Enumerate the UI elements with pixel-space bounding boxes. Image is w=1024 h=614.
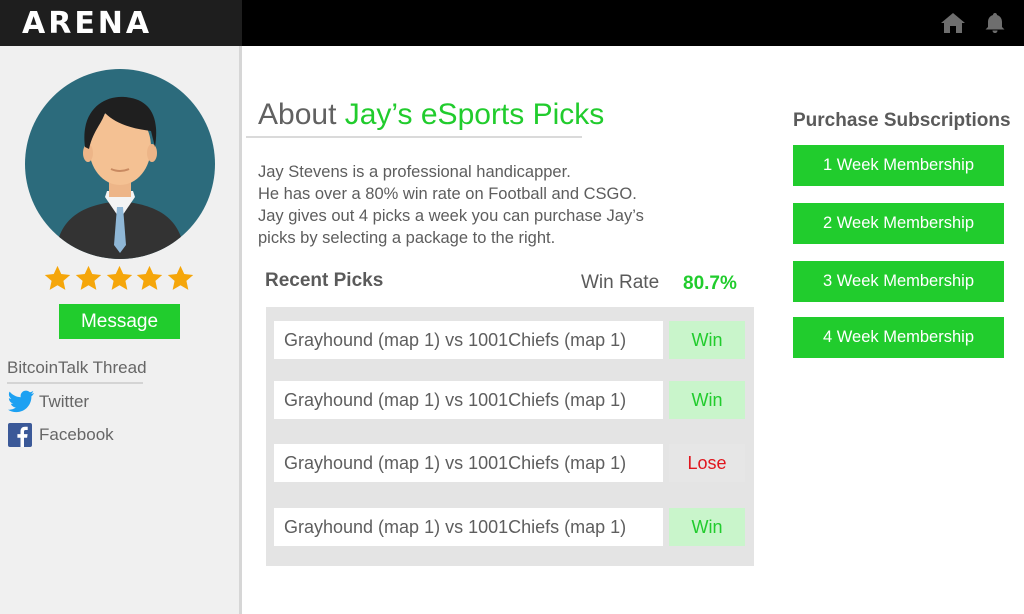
win-rate-label: Win Rate: [581, 272, 660, 293]
home-icon[interactable]: [940, 12, 966, 34]
pick-match[interactable]: Grayhound (map 1) vs 1001Chiefs (map 1): [274, 321, 663, 359]
pick-match[interactable]: Grayhound (map 1) vs 1001Chiefs (map 1): [274, 381, 663, 419]
star-icon: [167, 265, 194, 290]
description-line: He has over a 80% win rate on Football a…: [258, 185, 637, 203]
description-line: Jay gives out 4 picks a week you can pur…: [258, 207, 644, 225]
logo-area: ARENA: [0, 0, 242, 46]
pick-result-badge: Win: [669, 508, 745, 546]
pick-result-badge: Win: [669, 321, 745, 359]
page-title: About Jay’s eSports Picks: [258, 98, 604, 132]
title-prefix: About: [258, 98, 345, 131]
star-icon: [75, 265, 101, 290]
star-icon: [137, 265, 163, 290]
recent-picks-heading: Recent Picks: [265, 270, 384, 291]
pick-result-badge: Lose: [669, 444, 745, 482]
subscriptions-heading: Purchase Subscriptions: [793, 110, 1011, 131]
title-accent: Jay’s eSports Picks: [344, 98, 605, 131]
arena-logo[interactable]: ARENA: [22, 6, 152, 42]
rating-stars: [43, 264, 195, 296]
pick-match[interactable]: Grayhound (map 1) vs 1001Chiefs (map 1): [274, 508, 663, 546]
subscription-3-week-button[interactable]: 3 Week Membership: [793, 261, 1004, 302]
title-divider: [246, 136, 582, 138]
bitcointalk-thread-link[interactable]: BitcoinTalk Thread: [7, 358, 147, 384]
profile-description: Jay Stevens is a professional handicappe…: [258, 161, 678, 249]
subscription-4-week-button[interactable]: 4 Week Membership: [793, 317, 1004, 358]
pick-match[interactable]: Grayhound (map 1) vs 1001Chiefs (map 1): [274, 444, 663, 482]
facebook-icon: [8, 423, 32, 447]
star-icon: [106, 265, 132, 290]
description-line: Jay Stevens is a professional handicappe…: [258, 163, 571, 181]
twitter-link[interactable]: Twitter: [7, 389, 89, 415]
subscription-1-week-button[interactable]: 1 Week Membership: [793, 145, 1004, 186]
win-rate-value: 80.7%: [683, 273, 737, 294]
facebook-label: Facebook: [39, 425, 114, 444]
profile-avatar: [25, 69, 215, 259]
facebook-link[interactable]: Facebook: [7, 422, 114, 448]
star-icon: [44, 265, 71, 290]
description-line: picks by selecting a package to the righ…: [258, 229, 556, 247]
profile-sidebar: Message BitcoinTalk Thread Twitter Faceb…: [0, 46, 242, 614]
bell-icon[interactable]: [984, 12, 1006, 34]
twitter-icon: [7, 390, 35, 413]
twitter-label: Twitter: [39, 392, 90, 411]
top-bar: ARENA: [0, 0, 1024, 46]
subscription-2-week-button[interactable]: 2 Week Membership: [793, 203, 1004, 244]
pick-result-badge: Win: [669, 381, 745, 419]
message-button[interactable]: Message: [59, 304, 180, 339]
recent-picks-list: Grayhound (map 1) vs 1001Chiefs (map 1) …: [266, 307, 754, 566]
